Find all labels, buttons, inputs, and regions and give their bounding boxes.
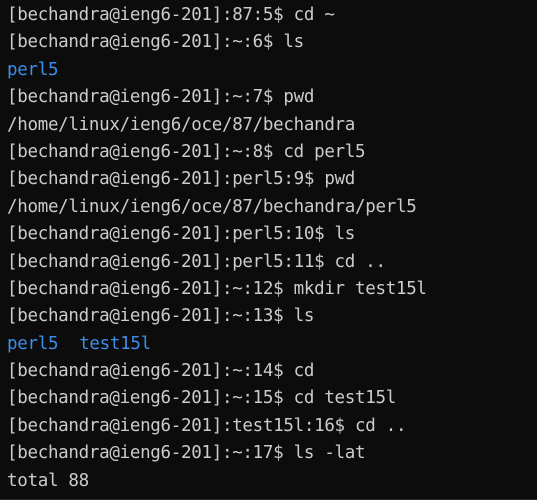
terminal-line-command: [bechandra@ieng6-201]:~:6$ ls xyxy=(7,32,304,53)
terminal-line-command: [bechandra@ieng6-201]:~:7$ pwd xyxy=(7,87,315,108)
terminal-line-command: [bechandra@ieng6-201]:perl5:9$ pwd xyxy=(7,169,356,190)
terminal-line-command: [bechandra@ieng6-201]:~:14$ cd xyxy=(7,361,315,382)
terminal-line-command: [bechandra@ieng6-201]:~:12$ mkdir test15… xyxy=(7,278,427,299)
terminal-line-ls-output: perl5 xyxy=(7,57,537,84)
terminal-window[interactable]: [bechandra@ieng6-201]:87:5$ cd ~ [bechan… xyxy=(0,0,537,500)
terminal-line-command: [bechandra@ieng6-201]:test15l:16$ cd .. xyxy=(7,415,407,436)
terminal-line-output: /home/linux/ieng6/oce/87/bechandra xyxy=(7,114,356,135)
terminal-line-command: [bechandra@ieng6-201]:~:8$ cd perl5 xyxy=(7,141,366,162)
terminal-line-ls-output: perl5 test15l xyxy=(7,331,537,358)
terminal-line-command: [bechandra@ieng6-201]:87:5$ cd ~ xyxy=(7,5,335,25)
directory-entry-test15l: test15l xyxy=(79,333,151,354)
terminal-line-command: [bechandra@ieng6-201]:perl5:10$ ls xyxy=(7,224,356,245)
terminal-line-command: [bechandra@ieng6-201]:~:17$ ls -lat xyxy=(7,443,366,464)
terminal-line-command: [bechandra@ieng6-201]:~:15$ cd test15l xyxy=(7,388,396,409)
directory-entry-perl5: perl5 xyxy=(7,333,59,354)
terminal-line-command: [bechandra@ieng6-201]:~:13$ ls xyxy=(7,306,315,327)
terminal-line-output: total 88 xyxy=(7,470,89,491)
terminal-line-output: /home/linux/ieng6/oce/87/bechandra/perl5 xyxy=(7,196,417,217)
directory-entry-perl5: perl5 xyxy=(7,59,59,80)
terminal-line-command: [bechandra@ieng6-201]:perl5:11$ cd .. xyxy=(7,251,386,272)
